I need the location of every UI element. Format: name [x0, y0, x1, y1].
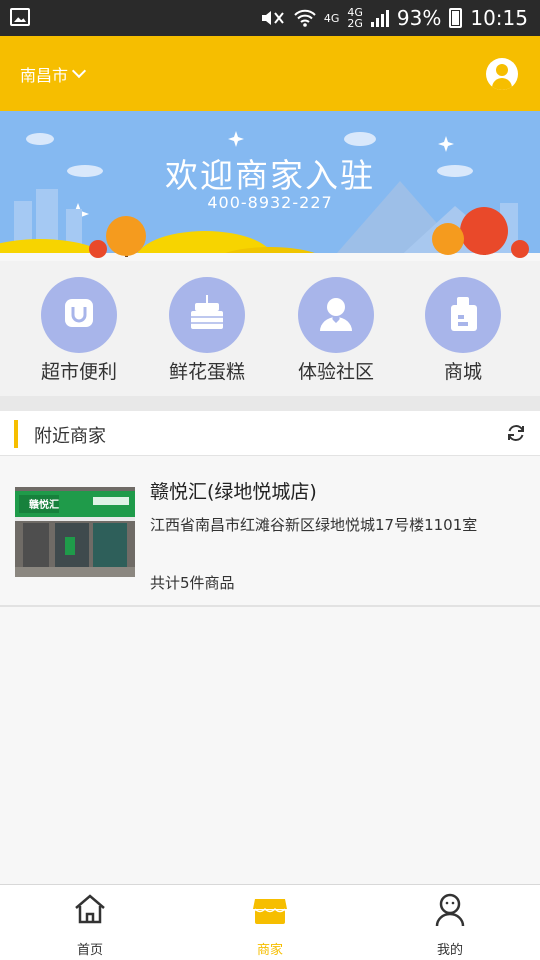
merchant-item-count: 共计5件商品 [150, 574, 235, 592]
merchant-address: 江西省南昌市红滩谷新区绿地悦城17号楼1101室 [150, 516, 478, 534]
nav-profile[interactable]: 我的 [390, 891, 510, 958]
community-icon [298, 277, 374, 353]
merchant-photo: 赣悦汇 [15, 487, 135, 577]
shopping-bag-icon [41, 277, 117, 353]
bottom-navigation: 首页 商家 我的 [0, 884, 540, 960]
category-flowers-cake[interactable]: 鲜花蛋糕 [152, 277, 262, 384]
merchant-name: 赣悦汇(绿地悦城店) [150, 481, 317, 503]
chevron-down-icon [71, 63, 87, 79]
mute-icon [261, 11, 284, 25]
merchant-list-item[interactable]: 赣悦汇 赣悦汇(绿地悦城店) 江西省南昌市红滩谷新区绿地悦城17号楼1101室 … [0, 457, 540, 607]
section-divider [0, 396, 540, 411]
store-sign-text: 赣悦汇 [29, 500, 59, 511]
status-bar: 4G 4G 2G 93% 10:15 [0, 0, 540, 36]
network-type-3: 2G [347, 17, 363, 30]
mall-icon [425, 277, 501, 353]
battery-percent: 93% [396, 6, 442, 30]
nav-merchants[interactable]: 商家 [210, 891, 330, 958]
category-label: 体验社区 [297, 361, 374, 383]
category-label: 鲜花蛋糕 [168, 361, 245, 383]
category-label: 商城 [443, 361, 482, 383]
category-grid: 超市便利 鲜花蛋糕 体验社区 商城 [0, 261, 540, 396]
city-label: 南昌市 [20, 66, 69, 85]
shop-icon [253, 899, 287, 924]
section-title: 附近商家 [34, 426, 106, 447]
cake-icon [169, 277, 245, 353]
banner-phone: 400-8932-227 [207, 193, 333, 212]
category-label: 超市便利 [40, 361, 117, 383]
section-accent-bar [14, 420, 18, 448]
category-supermarket[interactable]: 超市便利 [24, 277, 134, 384]
home-icon [75, 894, 105, 924]
nearby-merchants-header: 附近商家 [0, 411, 540, 456]
network-type-1: 4G [323, 11, 340, 25]
nav-label: 我的 [436, 943, 463, 958]
promo-banner[interactable]: 欢迎商家入驻 400-8932-227 [0, 111, 540, 261]
app-header: 南昌市 [0, 36, 540, 111]
battery-icon [449, 8, 463, 28]
category-mall[interactable]: 商城 [408, 277, 518, 384]
user-avatar-button[interactable] [486, 58, 518, 90]
banner-title: 欢迎商家入驻 [165, 156, 375, 195]
nav-label: 商家 [256, 943, 283, 958]
clock: 10:15 [470, 6, 528, 30]
category-community[interactable]: 体验社区 [281, 277, 391, 384]
nav-home[interactable]: 首页 [30, 891, 150, 958]
city-selector[interactable]: 南昌市 [20, 62, 87, 86]
wifi-icon [294, 9, 316, 27]
refresh-icon[interactable] [506, 423, 526, 443]
image-notification-icon [10, 8, 30, 26]
user-icon [496, 64, 508, 76]
profile-icon [435, 893, 465, 927]
nav-label: 首页 [76, 943, 103, 958]
signal-icon [370, 9, 389, 27]
